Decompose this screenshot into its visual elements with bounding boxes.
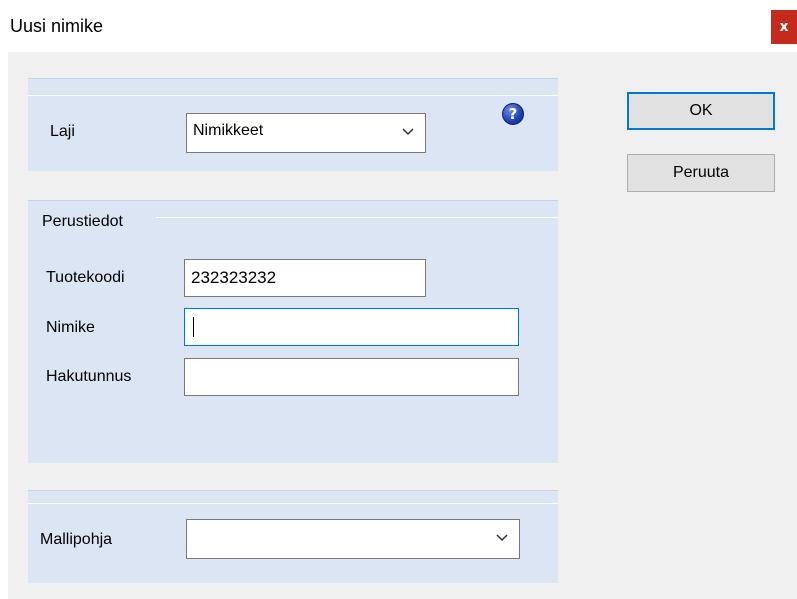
window-title: Uusi nimike [10, 16, 104, 36]
tuotekoodi-field[interactable]: 232323232 [184, 259, 426, 297]
mallipohja-select[interactable] [186, 519, 520, 559]
hakutunnus-field[interactable] [184, 358, 519, 396]
laji-selected-value: Nimikkeet [193, 122, 264, 139]
ok-button[interactable]: OK [627, 92, 775, 130]
mallipohja-panel: Mallipohja [28, 490, 558, 583]
text-caret [193, 317, 194, 337]
perustiedot-group-label: Perustiedot [42, 213, 123, 230]
laji-label: Laji [50, 123, 75, 140]
laji-panel: Laji Nimikkeet ? [28, 78, 558, 171]
dialog-body: Laji Nimikkeet ? Perustiedot Tuotekoodi … [8, 52, 797, 599]
close-icon: x [779, 19, 789, 35]
nimike-label: Nimike [46, 319, 95, 336]
perustiedot-panel: Perustiedot Tuotekoodi 232323232 Nimike … [28, 200, 558, 463]
mallipohja-label: Mallipohja [40, 531, 113, 548]
hakutunnus-label: Hakutunnus [46, 368, 132, 385]
nimike-field[interactable] [184, 308, 519, 346]
title-bar: Uusi nimike x [0, 0, 797, 52]
tuotekoodi-label: Tuotekoodi [46, 269, 125, 286]
chevron-down-icon [496, 534, 508, 542]
laji-select[interactable]: Nimikkeet [186, 113, 426, 153]
cancel-button[interactable]: Peruuta [627, 154, 775, 192]
help-icon[interactable]: ? [502, 103, 524, 125]
chevron-down-icon [402, 128, 414, 136]
dialog-window: Uusi nimike x Laji Nimikkeet ? Perustied… [0, 0, 797, 599]
close-button[interactable]: x [771, 10, 797, 44]
